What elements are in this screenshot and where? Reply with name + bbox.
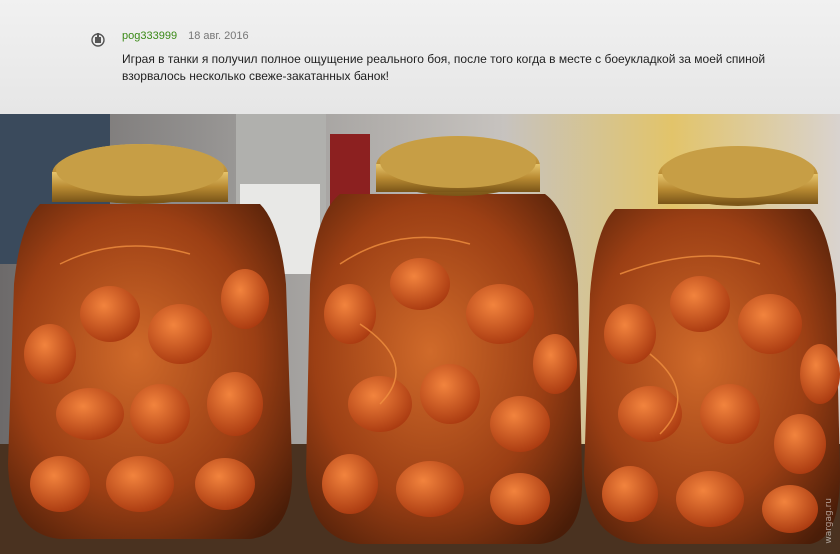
comment-date: 18 авг. 2016 [188,30,249,42]
watermark: wargag.ru [824,498,834,544]
comment-meta: pog333999 18 авг. 2016 [122,30,249,43]
comment-username[interactable]: pog333999 [122,30,177,42]
comment-block: pog333999 18 авг. 2016 Играя в танки я п… [0,0,840,114]
tank-icon [91,33,105,47]
jar-middle [306,136,583,544]
comment-photo: wargag.ru [0,114,840,554]
jars-photo [0,114,840,554]
comment-text: Играя в танки я получил полное ощущение … [122,52,766,83]
